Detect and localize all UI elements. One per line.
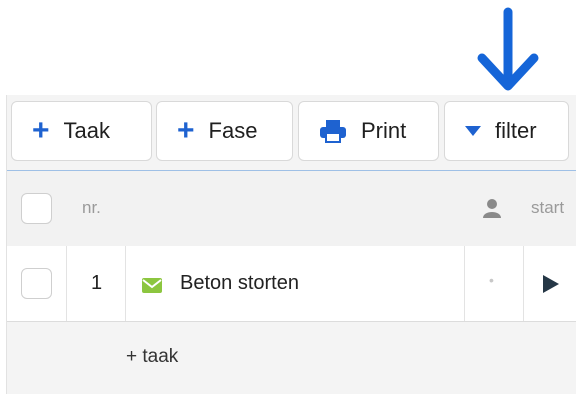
- plus-icon: +: [177, 114, 195, 147]
- plus-icon: +: [32, 114, 50, 147]
- print-label: Print: [361, 118, 407, 143]
- filter-label: filter: [495, 118, 537, 143]
- column-divider: [523, 246, 524, 321]
- column-header-start: start: [531, 198, 565, 217]
- toolbar: + Taak + Fase Print filter: [7, 95, 576, 171]
- user-icon: [483, 198, 501, 223]
- column-divider: [125, 246, 126, 321]
- task-panel: + Taak + Fase Print filter nr. start 1 B…: [6, 95, 576, 394]
- play-icon[interactable]: [543, 275, 559, 298]
- add-task-label: Taak: [63, 118, 111, 143]
- assignee-placeholder: •: [489, 272, 494, 288]
- table-row[interactable]: 1 Beton storten •: [7, 246, 576, 322]
- add-phase-button[interactable]: + Fase: [156, 101, 293, 161]
- row-number: 1: [91, 272, 103, 294]
- table-header: nr. start: [7, 170, 576, 247]
- select-all-checkbox[interactable]: [21, 193, 52, 224]
- add-task-row: + taak: [7, 322, 576, 394]
- filter-button[interactable]: filter: [444, 101, 569, 161]
- print-button[interactable]: Print: [298, 101, 439, 161]
- add-phase-label: Fase: [208, 118, 258, 143]
- column-header-nr: nr.: [82, 198, 101, 217]
- add-task-link[interactable]: + taak: [126, 346, 178, 368]
- caret-down-icon: [465, 126, 481, 136]
- column-divider: [464, 246, 465, 321]
- task-name[interactable]: Beton storten: [180, 272, 299, 295]
- printer-icon: [319, 119, 347, 143]
- row-checkbox[interactable]: [21, 268, 52, 299]
- envelope-icon: [142, 278, 162, 298]
- add-task-button[interactable]: + Taak: [11, 101, 152, 161]
- annotation-arrow-icon: [477, 7, 539, 91]
- column-divider: [66, 246, 67, 321]
